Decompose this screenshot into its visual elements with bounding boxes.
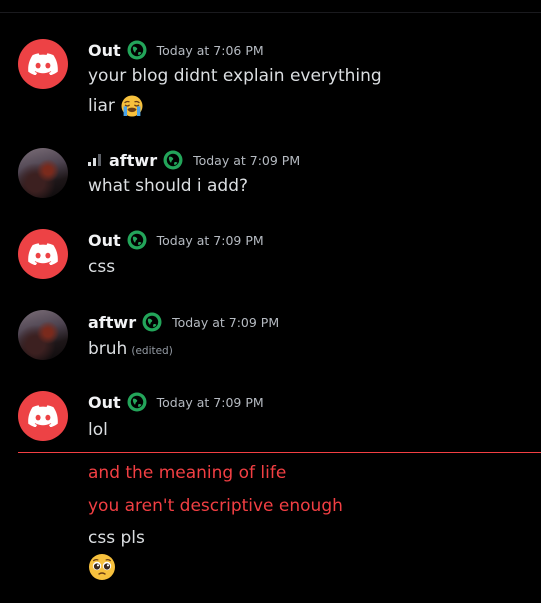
message-text: what should i add? bbox=[88, 176, 249, 196]
loudly-crying-emoji bbox=[121, 95, 143, 117]
author-name[interactable]: Out bbox=[88, 393, 121, 412]
message-text: css bbox=[88, 257, 116, 277]
pleading-face-emoji bbox=[89, 554, 115, 580]
globe-icon bbox=[127, 392, 147, 412]
emoji-row bbox=[88, 553, 116, 581]
message-text-row: bruh (edited) bbox=[88, 339, 173, 359]
discord-logo-icon bbox=[28, 405, 58, 427]
avatar[interactable] bbox=[18, 391, 68, 441]
timestamp[interactable]: Today at 7:09 PM bbox=[172, 315, 279, 330]
message-text-row: liar bbox=[88, 94, 144, 118]
avatar[interactable] bbox=[18, 229, 68, 279]
avatar[interactable] bbox=[18, 148, 68, 198]
globe-icon bbox=[127, 230, 147, 250]
timestamp[interactable]: Today at 7:09 PM bbox=[157, 233, 264, 248]
new-messages-divider bbox=[18, 452, 541, 453]
avatar[interactable] bbox=[18, 39, 68, 89]
timestamp[interactable]: Today at 7:09 PM bbox=[157, 395, 264, 410]
message-text: and the meaning of life bbox=[88, 463, 287, 483]
author-name[interactable]: aftwr bbox=[88, 313, 136, 332]
message-text: css pls bbox=[88, 528, 145, 548]
message-text: bruh bbox=[88, 339, 128, 359]
timestamp[interactable]: Today at 7:09 PM bbox=[193, 153, 300, 168]
message-text: liar bbox=[88, 96, 115, 116]
discord-logo-icon bbox=[28, 53, 58, 75]
author-name[interactable]: Out bbox=[88, 231, 121, 250]
message-text: your blog didnt explain everything bbox=[88, 66, 382, 86]
globe-icon bbox=[127, 40, 147, 60]
globe-icon bbox=[163, 150, 183, 170]
message-text: lol bbox=[88, 420, 108, 440]
timestamp[interactable]: Today at 7:06 PM bbox=[157, 43, 264, 58]
author-name[interactable]: Out bbox=[88, 41, 121, 60]
discord-logo-icon bbox=[28, 243, 58, 265]
top-divider bbox=[0, 12, 541, 13]
signal-strength-icon bbox=[88, 154, 101, 166]
avatar[interactable] bbox=[18, 310, 68, 360]
message-text: you aren't descriptive enough bbox=[88, 496, 343, 516]
author-name[interactable]: aftwr bbox=[109, 151, 157, 170]
globe-icon bbox=[142, 312, 162, 332]
edited-label: (edited) bbox=[131, 345, 173, 357]
